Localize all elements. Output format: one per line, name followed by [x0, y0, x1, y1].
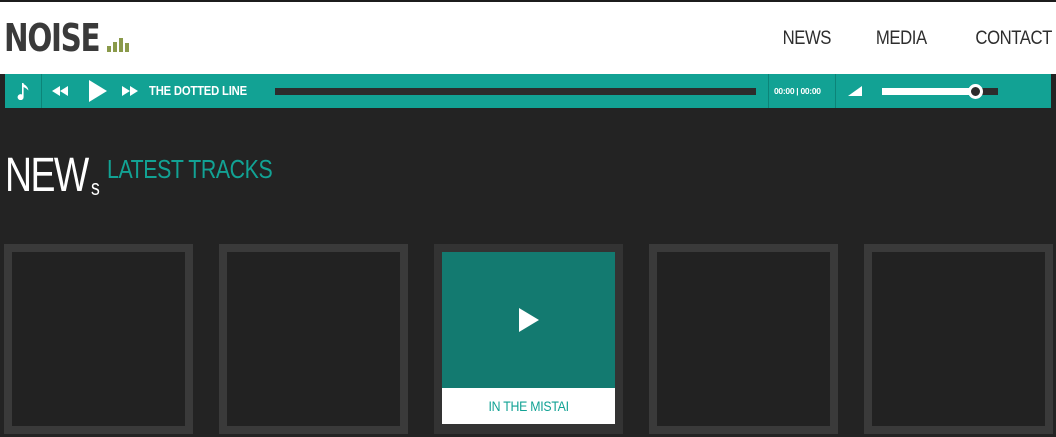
track-card[interactable] — [4, 244, 193, 434]
track-card[interactable] — [864, 244, 1053, 434]
music-note-icon[interactable] — [5, 74, 41, 108]
play-icon[interactable] — [85, 74, 111, 108]
audio-player: THE DOTTED LINE 00:00 | 00:00 — [5, 74, 1051, 108]
rewind-icon[interactable] — [49, 74, 71, 108]
site-logo[interactable]: NOISE — [4, 18, 129, 58]
track-card[interactable] — [649, 244, 838, 434]
section-title-main: NEW — [5, 149, 89, 202]
player-divider — [768, 74, 769, 108]
track-caption[interactable]: IN THE MISTAI — [442, 388, 615, 424]
time-display: 00:00 | 00:00 — [774, 86, 821, 96]
section-title: NEW s — [5, 150, 102, 202]
logo-bar — [124, 43, 129, 52]
player-divider — [835, 74, 836, 108]
fast-forward-icon[interactable] — [119, 74, 141, 108]
logo-bar — [112, 42, 117, 52]
volume-slider[interactable] — [882, 84, 998, 99]
nav-news-link[interactable]: NEWS — [783, 26, 832, 52]
volume-knob[interactable] — [967, 84, 983, 99]
section-title-suffix: s — [90, 175, 100, 200]
track-title-label: IN THE MISTAI — [488, 398, 569, 414]
main-nav: NEWS MEDIA CONTACT — [776, 26, 1052, 52]
section-subtitle: LATEST TRACKS — [107, 154, 273, 184]
track-card-active[interactable]: IN THE MISTAI — [434, 244, 623, 434]
equalizer-icon — [106, 38, 129, 52]
track-artwork[interactable] — [442, 252, 615, 388]
nav-contact-link[interactable]: CONTACT — [976, 26, 1053, 52]
track-title: THE DOTTED LINE — [149, 84, 247, 98]
site-header: NOISE NEWS MEDIA CONTACT — [0, 0, 1056, 74]
nav-media-link[interactable]: MEDIA — [876, 26, 927, 52]
play-icon[interactable] — [518, 308, 539, 332]
logo-bar — [118, 38, 123, 52]
volume-icon[interactable] — [845, 74, 865, 108]
volume-fill — [882, 88, 975, 95]
logo-bar — [106, 46, 111, 52]
track-card[interactable] — [219, 244, 408, 434]
logo-text: NOISE — [4, 16, 101, 60]
progress-bar[interactable] — [275, 88, 756, 95]
player-divider — [41, 74, 42, 108]
